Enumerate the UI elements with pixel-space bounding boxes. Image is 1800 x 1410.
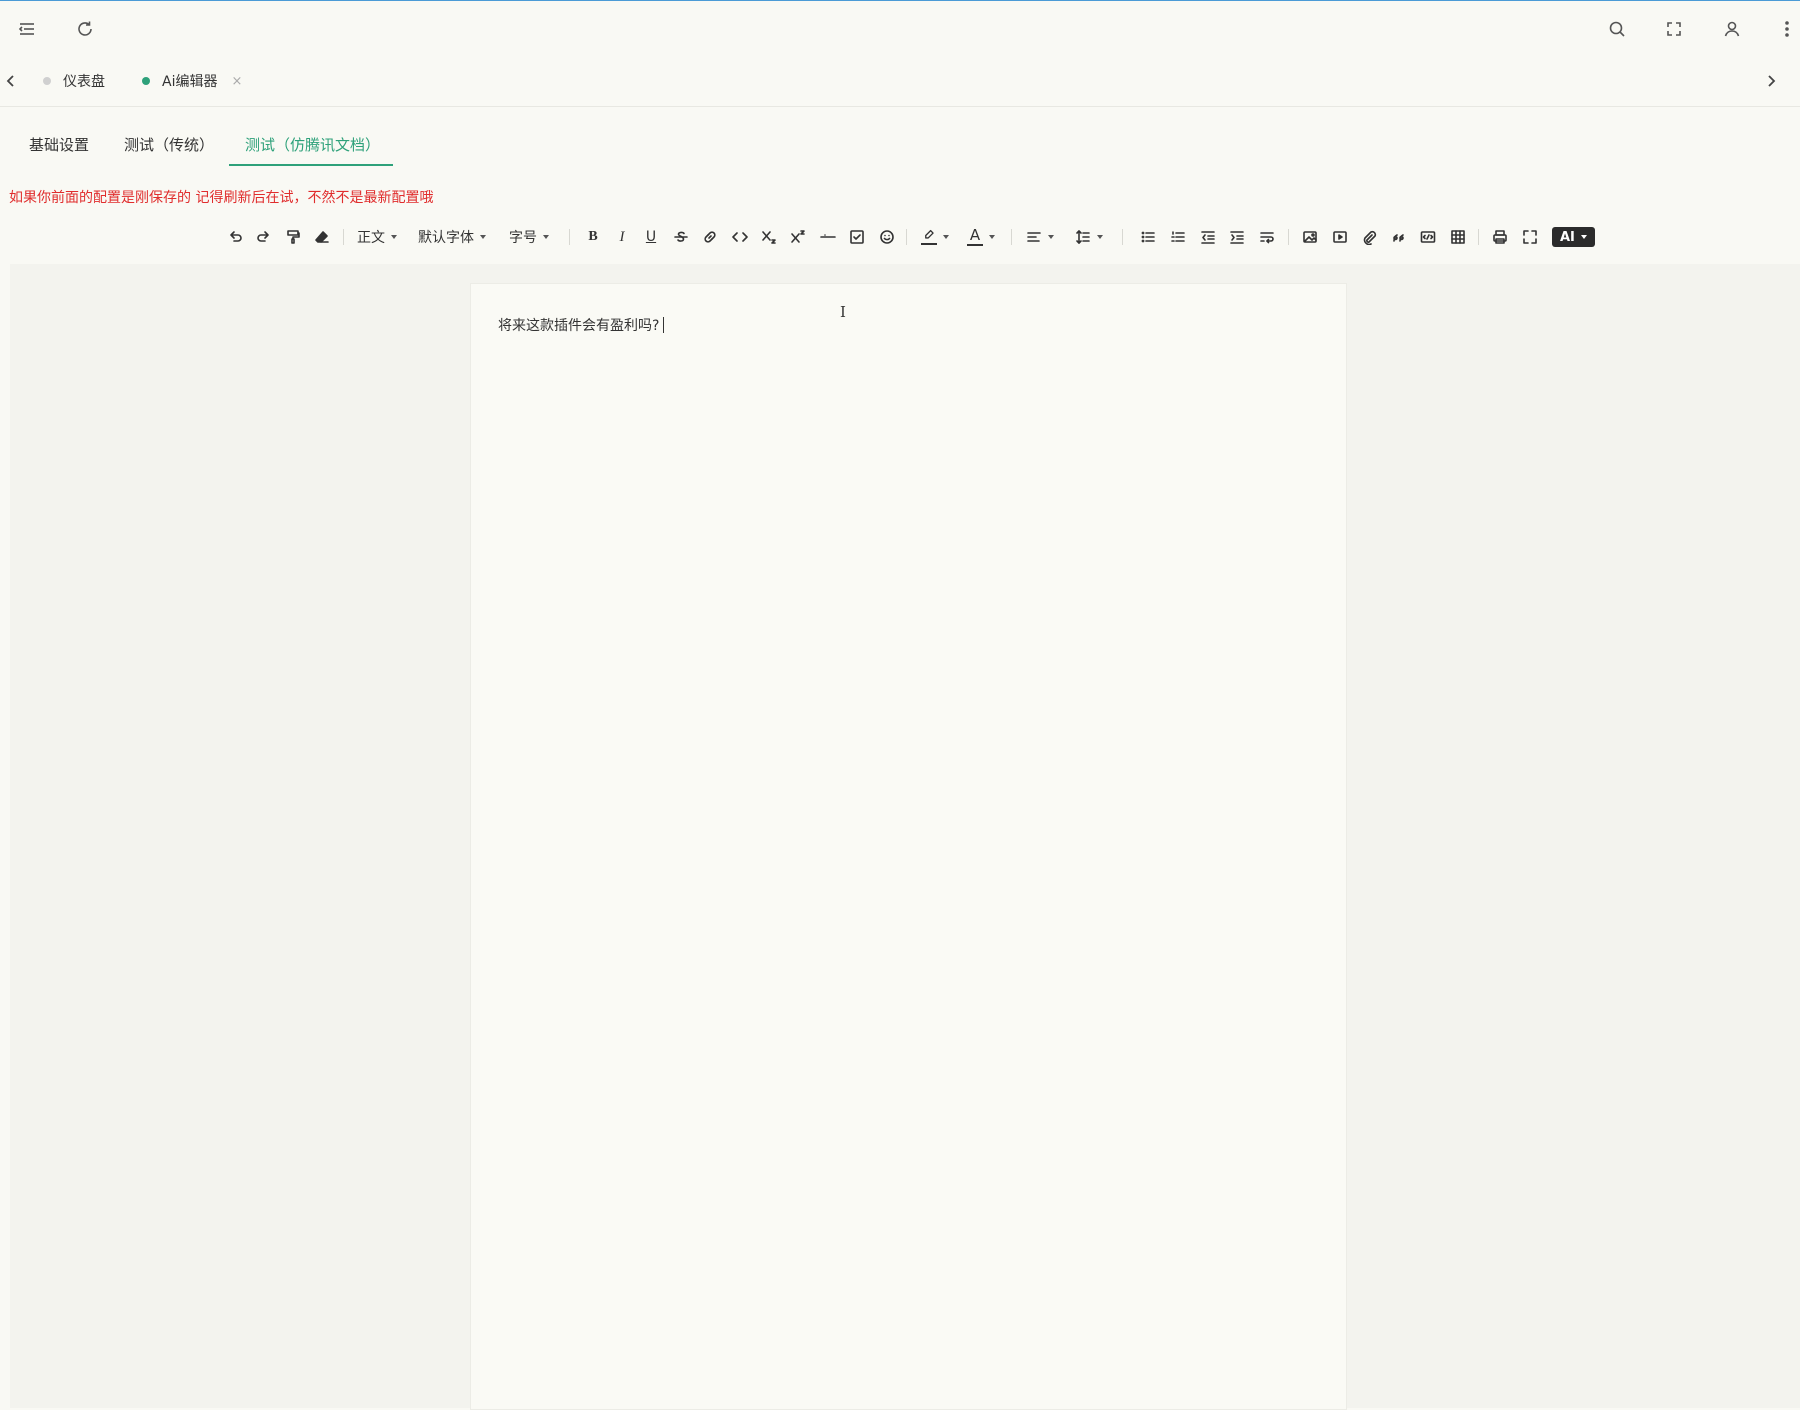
refresh-icon[interactable]	[71, 15, 99, 43]
tabs-next-icon[interactable]	[1760, 69, 1782, 93]
font-size-select[interactable]: 字号	[509, 225, 549, 249]
undo-icon[interactable]	[225, 225, 245, 249]
chevron-down-icon	[1097, 235, 1103, 239]
font-size-label: 字号	[509, 230, 537, 246]
table-icon[interactable]	[1449, 225, 1467, 249]
strikethrough-icon[interactable]	[672, 225, 690, 249]
chevron-down-icon	[543, 235, 549, 239]
chevron-down-icon	[1048, 235, 1054, 239]
emoji-icon[interactable]	[878, 225, 896, 249]
fullscreen-editor-icon[interactable]	[1521, 225, 1539, 249]
document-content[interactable]: 将来这款插件会有盈利吗?	[498, 315, 665, 335]
highlight-color-select[interactable]	[921, 225, 949, 249]
image-icon[interactable]	[1301, 225, 1319, 249]
task-list-icon[interactable]	[848, 225, 866, 249]
bullet-list-icon[interactable]	[1139, 225, 1157, 249]
redo-icon[interactable]	[254, 225, 274, 249]
tab-status-dot	[142, 77, 150, 85]
toolbar-divider	[1288, 229, 1289, 245]
underline-icon[interactable]: U	[642, 225, 660, 249]
page-tab-ai-editor[interactable]: Ai编辑器 ×	[142, 66, 242, 96]
tab-basic-settings[interactable]: 基础设置	[29, 134, 89, 155]
toolbar-divider	[1478, 229, 1479, 245]
toolbar-divider	[1011, 229, 1012, 245]
inline-code-icon[interactable]	[731, 225, 749, 249]
refresh-notice: 如果你前面的配置是刚保存的 记得刷新后在试，不然不是最新配置哦	[9, 190, 434, 206]
attachment-icon[interactable]	[1360, 225, 1378, 249]
quote-icon[interactable]	[1390, 225, 1408, 249]
tab-test-tencent-docs[interactable]: 测试（仿腾讯文档）	[245, 134, 380, 155]
tabs-prev-icon[interactable]	[0, 69, 22, 93]
bold-label: B	[588, 229, 598, 244]
chevron-down-icon	[480, 235, 486, 239]
link-icon[interactable]	[701, 225, 719, 249]
code-block-icon[interactable]	[1419, 225, 1437, 249]
user-icon[interactable]	[1718, 15, 1746, 43]
italic-icon[interactable]: I	[613, 225, 631, 249]
page-tabs-bar: 仪表盘 Ai编辑器 ×	[0, 56, 1800, 107]
underline-label: U	[645, 229, 657, 245]
format-painter-icon[interactable]	[283, 225, 303, 249]
tab-status-dot	[43, 77, 51, 85]
search-icon[interactable]	[1603, 15, 1631, 43]
superscript-icon[interactable]	[789, 225, 807, 249]
document-page[interactable]	[470, 283, 1347, 1410]
video-icon[interactable]	[1331, 225, 1349, 249]
font-color-select[interactable]: A	[967, 225, 995, 249]
active-tab-indicator	[229, 164, 393, 166]
ai-button-label: AI	[1560, 229, 1575, 245]
document-paragraph: 将来这款插件会有盈利吗?	[498, 318, 660, 334]
font-family-select[interactable]: 默认字体	[418, 225, 486, 249]
highlighter-icon	[921, 229, 937, 245]
ai-menu-button[interactable]: AI	[1552, 227, 1595, 247]
fullscreen-icon[interactable]	[1660, 15, 1688, 43]
print-icon[interactable]	[1491, 225, 1509, 249]
align-select[interactable]	[1026, 225, 1054, 249]
page-tab-label: 仪表盘	[63, 74, 105, 90]
line-height-icon	[1076, 230, 1090, 244]
page-tab-dashboard[interactable]: 仪表盘	[43, 66, 105, 96]
menu-fold-icon[interactable]	[13, 15, 41, 43]
app-header	[0, 1, 1800, 55]
italic-label: I	[619, 228, 625, 245]
outdent-icon[interactable]	[1199, 225, 1217, 249]
chevron-down-icon	[989, 235, 995, 239]
chevron-down-icon	[391, 235, 397, 239]
paragraph-style-select[interactable]: 正文	[357, 225, 397, 249]
align-left-icon	[1027, 232, 1041, 242]
line-height-select[interactable]	[1075, 225, 1103, 249]
eraser-icon[interactable]	[312, 225, 332, 249]
font-color-icon: A	[967, 228, 983, 246]
toolbar-divider	[343, 229, 344, 245]
ordered-list-icon[interactable]	[1169, 225, 1187, 249]
toolbar-divider	[1122, 229, 1123, 245]
close-icon[interactable]: ×	[231, 74, 242, 89]
page-tab-label: Ai编辑器	[162, 74, 218, 90]
tab-test-traditional[interactable]: 测试（传统）	[124, 134, 214, 155]
chevron-down-icon	[1580, 235, 1587, 239]
indent-icon[interactable]	[1228, 225, 1246, 249]
toolbar-divider	[906, 229, 907, 245]
paragraph-style-label: 正文	[357, 230, 385, 246]
bold-icon[interactable]: B	[584, 225, 602, 249]
line-break-icon[interactable]	[1258, 225, 1276, 249]
text-cursor-icon: I	[840, 303, 846, 321]
horizontal-rule-icon[interactable]	[819, 225, 837, 249]
sub-tabs: 基础设置 测试（传统） 测试（仿腾讯文档）	[0, 110, 1800, 168]
chevron-down-icon	[943, 235, 949, 239]
toolbar-divider	[569, 229, 570, 245]
font-family-label: 默认字体	[418, 230, 474, 246]
editor-toolbar: 正文 默认字体 字号 B I U A AI	[0, 220, 1800, 254]
more-icon[interactable]	[1776, 15, 1798, 43]
text-caret	[663, 317, 665, 333]
subscript-icon[interactable]	[760, 225, 778, 249]
